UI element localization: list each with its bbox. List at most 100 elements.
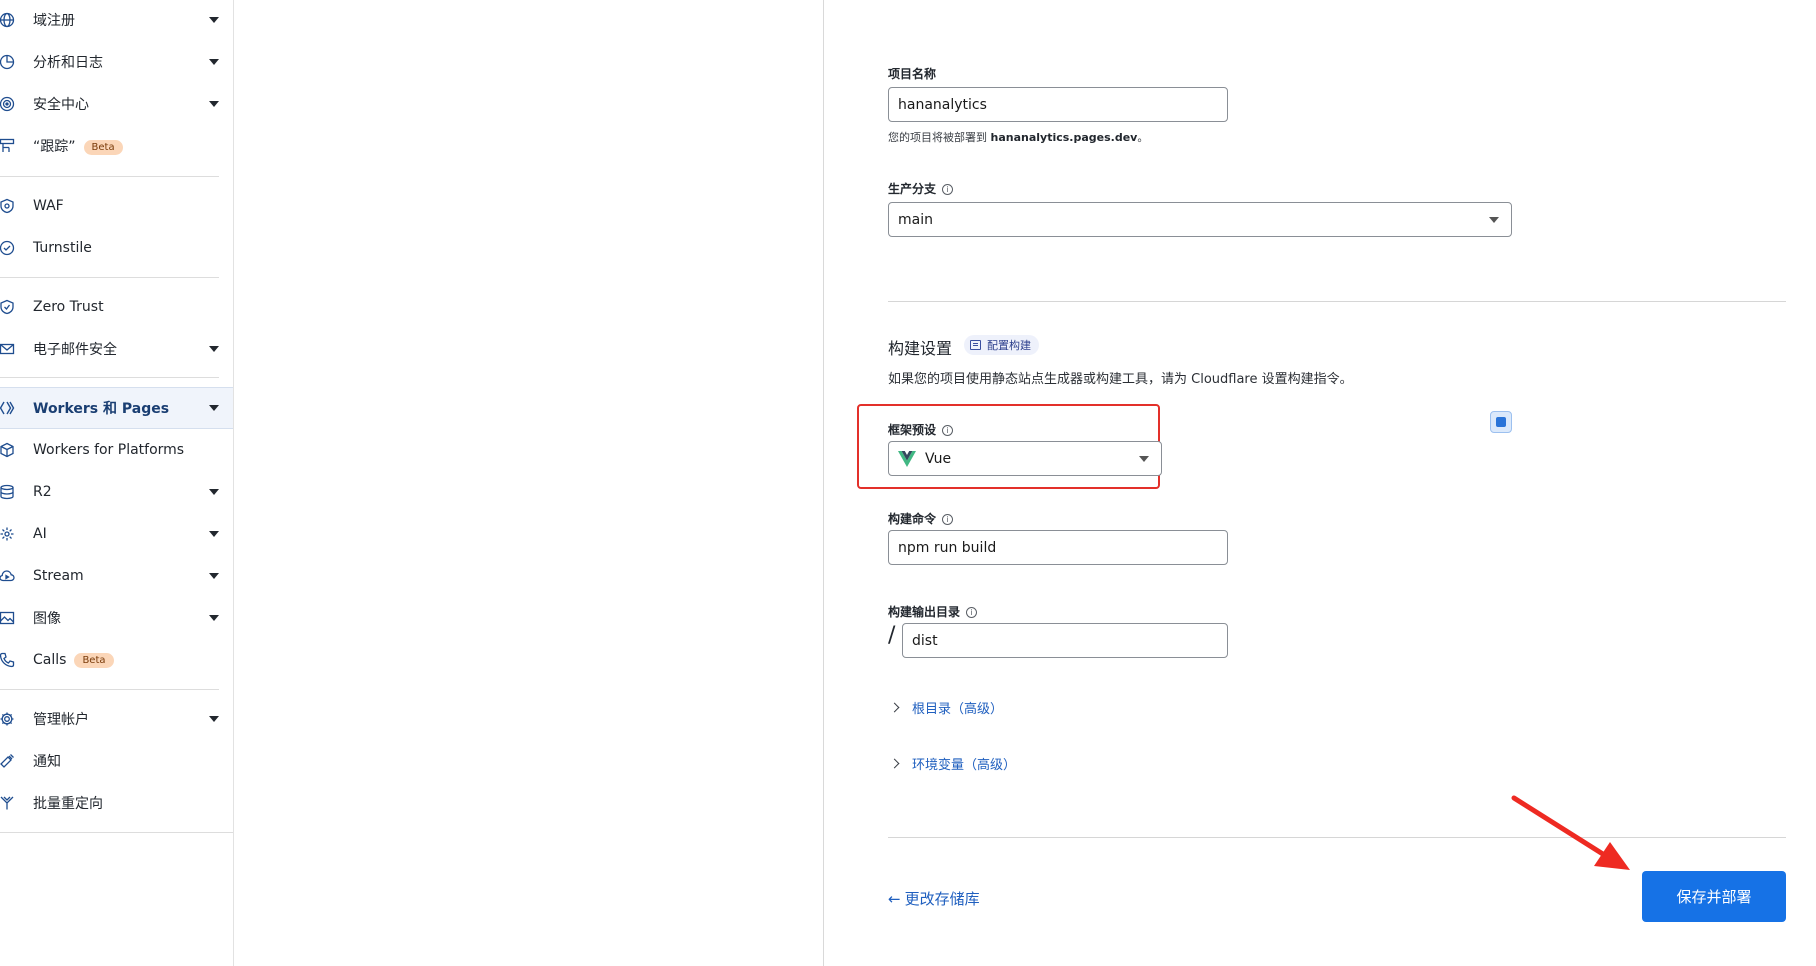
chevron-right-icon bbox=[889, 702, 900, 713]
phone-icon bbox=[0, 652, 15, 668]
sidebar-item-label: 安全中心 bbox=[33, 97, 89, 113]
trace-icon bbox=[0, 138, 15, 154]
sidebar-item-trace[interactable]: “跟踪” Beta bbox=[0, 126, 233, 166]
chevron-down-icon bbox=[209, 405, 219, 411]
output-directory-input[interactable]: dist bbox=[902, 623, 1228, 658]
sidebar-item-calls[interactable]: Calls Beta bbox=[0, 640, 233, 680]
project-name-input[interactable]: hananalytics bbox=[888, 87, 1228, 122]
sidebar-item-manage-account[interactable]: 管理帐户 bbox=[0, 699, 233, 739]
security-center-icon bbox=[0, 96, 15, 112]
info-icon[interactable]: i bbox=[942, 514, 954, 525]
sidebar-item-waf[interactable]: WAF bbox=[0, 186, 233, 226]
sidebar-item-label: Calls Beta bbox=[33, 652, 114, 668]
output-directory-label-text: 构建输出目录 bbox=[888, 605, 961, 619]
sidebar-item-email-security[interactable]: 电子邮件安全 bbox=[0, 329, 233, 369]
sidebar-item-ai[interactable]: AI bbox=[0, 514, 233, 554]
chevron-down-icon bbox=[209, 716, 219, 722]
sidebar: 域注册 分析和日志 安全中心 “跟踪” Beta WAF Turnstile Z… bbox=[0, 0, 234, 966]
configure-build-docs-link[interactable]: 配置构建 bbox=[964, 335, 1039, 355]
envelope-icon bbox=[0, 341, 15, 357]
sidebar-item-notifications[interactable]: 通知 bbox=[0, 741, 233, 781]
framework-preset-label: 框架预设 i bbox=[888, 421, 954, 438]
sidebar-item-label: Workers for Platforms bbox=[33, 442, 185, 458]
environment-variables-toggle[interactable]: 环境变量（高级） bbox=[888, 754, 1016, 773]
deploy-hint: 您的项目将被部署到 hananalytics.pages.dev。 bbox=[888, 129, 1148, 145]
production-branch-select[interactable]: main bbox=[888, 202, 1512, 237]
sidebar-item-label: WAF bbox=[33, 198, 64, 214]
framework-preset-value: Vue bbox=[925, 450, 952, 467]
production-branch-value: main bbox=[898, 211, 933, 228]
database-icon bbox=[0, 484, 15, 500]
beta-badge: Beta bbox=[83, 139, 123, 155]
app-root: 域注册 分析和日志 安全中心 “跟踪” Beta WAF Turnstile Z… bbox=[0, 0, 1816, 966]
help-widget-icon[interactable] bbox=[1490, 411, 1512, 433]
framework-preset-select[interactable]: Vue bbox=[888, 441, 1162, 476]
sidebar-item-stream[interactable]: Stream bbox=[0, 556, 233, 596]
sidebar-item-domain-registration[interactable]: 域注册 bbox=[0, 0, 233, 40]
blank-area bbox=[234, 0, 824, 966]
sidebar-item-label: Turnstile bbox=[33, 240, 92, 256]
build-command-value: npm run build bbox=[898, 539, 997, 556]
chevron-down-icon bbox=[209, 573, 219, 579]
ai-icon bbox=[0, 526, 15, 542]
turnstile-icon bbox=[0, 240, 15, 256]
project-setup-form: 项目名称 hananalytics 您的项目将被部署到 hananalytics… bbox=[824, 0, 1816, 966]
gear-icon bbox=[0, 711, 15, 727]
workers-icon bbox=[0, 400, 15, 416]
arrow-left-icon: ← bbox=[888, 889, 901, 908]
sidebar-item-bulk-redirects[interactable]: 批量重定向 bbox=[0, 783, 233, 823]
bulk-redirect-icon bbox=[0, 795, 15, 811]
info-icon[interactable]: i bbox=[966, 607, 978, 618]
framework-preset-label-text: 框架预设 bbox=[888, 423, 937, 437]
sidebar-divider bbox=[0, 832, 233, 833]
beta-badge: Beta bbox=[74, 652, 114, 668]
project-name-value: hananalytics bbox=[898, 96, 987, 113]
save-and-deploy-button[interactable]: 保存并部署 bbox=[1642, 871, 1786, 922]
build-settings-description: 如果您的项目使用静态站点生成器或构建工具，请为 Cloudflare 设置构建指… bbox=[888, 372, 1353, 387]
sidebar-item-workers-pages[interactable]: Workers 和 Pages bbox=[0, 387, 233, 429]
info-icon[interactable]: i bbox=[942, 425, 954, 436]
sidebar-item-workers-for-platforms[interactable]: Workers for Platforms bbox=[0, 430, 233, 470]
configure-build-label: 配置构建 bbox=[987, 339, 1031, 352]
annotation-arrow-icon bbox=[1511, 795, 1630, 870]
chevron-down-icon bbox=[209, 489, 219, 495]
sidebar-item-security-center[interactable]: 安全中心 bbox=[0, 84, 233, 124]
chevron-down-icon bbox=[209, 101, 219, 107]
sidebar-item-analytics-logs[interactable]: 分析和日志 bbox=[0, 42, 233, 82]
image-icon bbox=[0, 610, 15, 626]
deploy-hint-suffix: 。 bbox=[1137, 131, 1149, 144]
deploy-hint-domain: hananalytics.pages.dev bbox=[990, 131, 1138, 144]
sidebar-item-zero-trust[interactable]: Zero Trust bbox=[0, 287, 233, 327]
build-command-label-text: 构建命令 bbox=[888, 512, 937, 526]
docs-icon bbox=[970, 340, 981, 350]
sidebar-item-label: 通知 bbox=[33, 754, 61, 770]
output-directory-label: 构建输出目录 i bbox=[888, 603, 978, 620]
sidebar-item-label: 批量重定向 bbox=[33, 796, 103, 812]
sidebar-divider bbox=[0, 176, 219, 177]
section-divider bbox=[888, 301, 1786, 302]
sidebar-item-label-text: Calls bbox=[33, 652, 67, 668]
sidebar-item-images[interactable]: 图像 bbox=[0, 598, 233, 638]
sidebar-item-label: 分析和日志 bbox=[33, 55, 103, 71]
sidebar-divider bbox=[0, 689, 219, 690]
environment-variables-label: 环境变量（高级） bbox=[912, 758, 1017, 773]
sidebar-divider bbox=[0, 277, 219, 278]
sidebar-item-label: “跟踪” Beta bbox=[33, 136, 123, 156]
stream-cloud-icon bbox=[0, 568, 15, 584]
section-divider bbox=[888, 837, 1786, 838]
build-command-input[interactable]: npm run build bbox=[888, 530, 1228, 565]
change-repository-link[interactable]: ← 更改存储库 bbox=[888, 888, 980, 909]
chevron-down-icon bbox=[209, 17, 219, 23]
sidebar-item-r2[interactable]: R2 bbox=[0, 472, 233, 512]
zero-trust-icon bbox=[0, 299, 15, 315]
root-directory-toggle[interactable]: 根目录（高级） bbox=[888, 698, 1003, 717]
chevron-right-icon bbox=[889, 758, 900, 769]
sidebar-item-label: 电子邮件安全 bbox=[33, 342, 117, 358]
change-repository-label: 更改存储库 bbox=[904, 890, 980, 908]
info-icon[interactable]: i bbox=[942, 184, 954, 195]
production-branch-label: 生产分支 i bbox=[888, 180, 954, 197]
sidebar-item-label: Stream bbox=[33, 568, 84, 584]
notification-icon bbox=[0, 753, 15, 769]
sidebar-item-turnstile[interactable]: Turnstile bbox=[0, 228, 233, 268]
vue-logo-icon bbox=[898, 450, 916, 467]
